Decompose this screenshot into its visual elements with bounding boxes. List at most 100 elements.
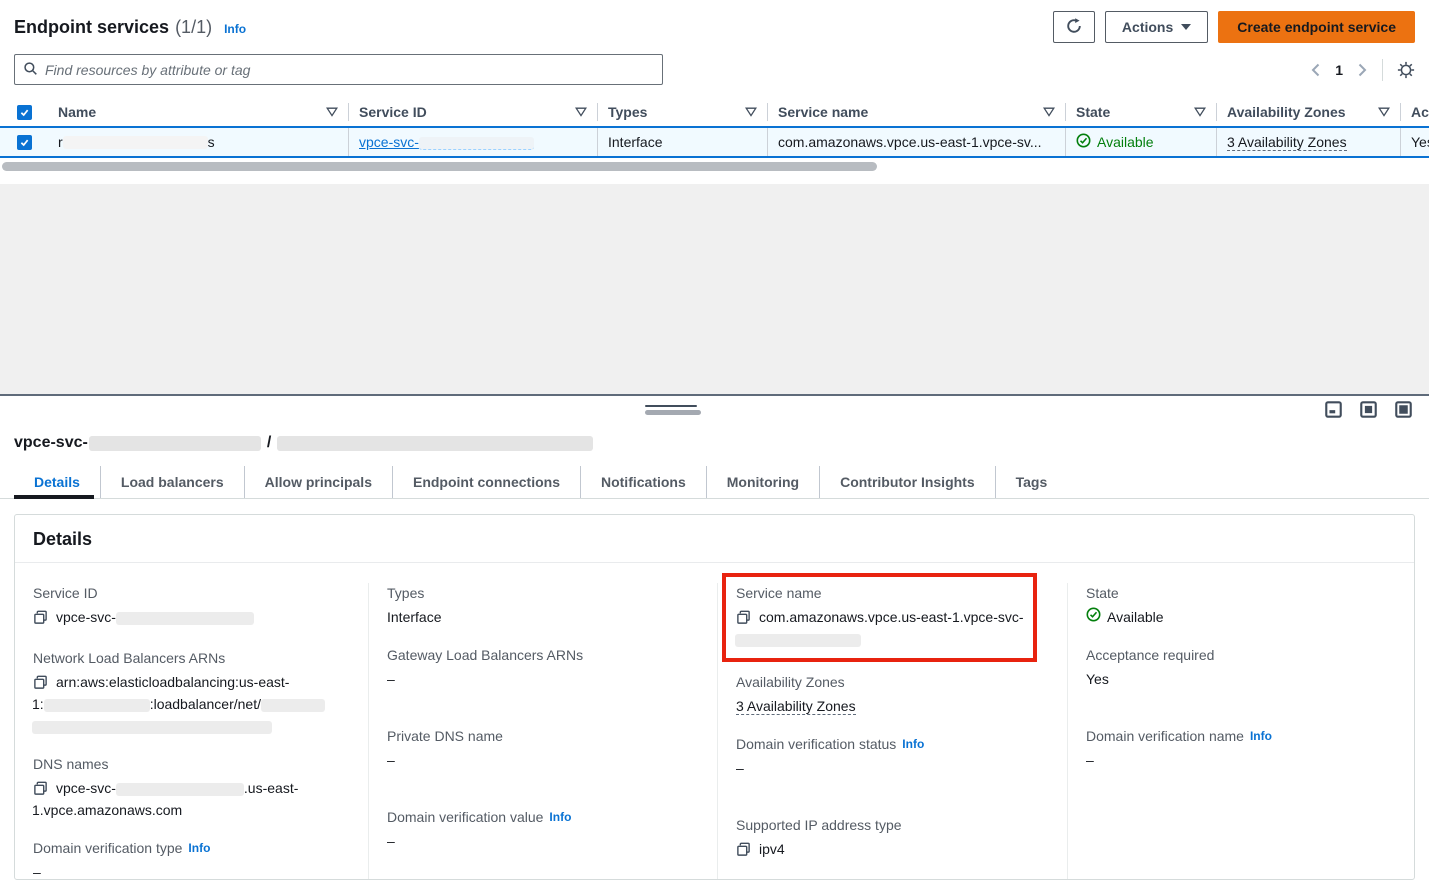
cell-availability-zones: 3 Availability Zones <box>1216 128 1400 156</box>
scrollbar-thumb[interactable] <box>2 162 877 171</box>
cell-service-name: com.amazonaws.vpce.us-east-1.vpce-sv... <box>767 128 1065 156</box>
empty-table-area <box>0 184 1429 394</box>
refresh-button[interactable] <box>1053 11 1095 43</box>
service-id-link[interactable]: vpce-svc- <box>359 134 534 150</box>
info-link[interactable]: Info <box>188 838 210 858</box>
availability-zones-link[interactable]: 3 Availability Zones <box>736 698 856 715</box>
column-header-service-id[interactable]: Service ID <box>348 103 597 121</box>
tab-notifications[interactable]: Notifications <box>580 466 706 498</box>
actions-button[interactable]: Actions <box>1105 11 1208 43</box>
field-private-dns-name: Private DNS name – <box>387 726 701 771</box>
cell-service-id: vpce-svc- <box>348 128 597 156</box>
field-glb-arns: Gateway Load Balancers ARNs – <box>387 645 701 690</box>
cell-types: Interface <box>597 128 767 156</box>
tab-tags[interactable]: Tags <box>995 466 1068 498</box>
availability-zones-link[interactable]: 3 Availability Zones <box>1227 134 1347 151</box>
field-domain-verification-value: Domain verification valueInfo – <box>387 807 701 852</box>
column-header-name[interactable]: Name <box>48 103 348 121</box>
select-all-checkbox[interactable] <box>17 105 32 120</box>
pagination: 1 <box>1310 59 1415 81</box>
copy-icon[interactable] <box>736 841 751 863</box>
tab-monitoring[interactable]: Monitoring <box>706 466 819 498</box>
details-card: Details Service ID vpce-svc- Network Loa… <box>14 514 1415 880</box>
info-link[interactable]: Info <box>1250 726 1272 746</box>
tab-allow-principals[interactable]: Allow principals <box>244 466 392 498</box>
create-endpoint-service-button[interactable]: Create endpoint service <box>1218 11 1415 43</box>
details-column-3: Service name com.amazonaws.vpce.us-east-… <box>717 583 1067 880</box>
column-header-service-name[interactable]: Service name <box>767 103 1065 121</box>
filter-caret-icon[interactable] <box>1378 104 1390 120</box>
search-icon <box>23 61 38 79</box>
column-header-acceptance-required[interactable]: Acceptance required <box>1400 103 1429 121</box>
field-service-id: Service ID vpce-svc- <box>33 583 352 631</box>
split-panel: vpce-svc- / Details Load balancers Allow… <box>0 396 1429 886</box>
details-card-heading: Details <box>15 515 1414 563</box>
cell-name: rs <box>48 128 348 156</box>
column-header-state[interactable]: State <box>1065 103 1216 121</box>
details-column-2: Types Interface Gateway Load Balancers A… <box>368 583 717 880</box>
filter-caret-icon[interactable] <box>326 104 338 120</box>
panel-tabs: Details Load balancers Allow principals … <box>0 466 1429 499</box>
search-input[interactable] <box>45 62 654 78</box>
chevron-right-icon[interactable] <box>1357 63 1368 77</box>
field-acceptance-required: Acceptance required Yes <box>1086 645 1398 690</box>
search-box[interactable] <box>14 54 663 85</box>
drag-handle[interactable] <box>645 405 701 415</box>
panel-bottom-icon[interactable] <box>1325 401 1342 418</box>
redacted-text <box>116 612 254 625</box>
chevron-left-icon[interactable] <box>1310 63 1321 77</box>
tab-contributor-insights[interactable]: Contributor Insights <box>819 466 995 498</box>
gear-icon[interactable] <box>1397 61 1415 79</box>
tab-load-balancers[interactable]: Load balancers <box>100 466 244 498</box>
horizontal-scrollbar[interactable] <box>0 162 1429 171</box>
field-nlb-arns: Network Load Balancers ARNs arn:aws:elas… <box>33 648 352 737</box>
toolbar-divider <box>1382 59 1383 81</box>
redacted-text <box>89 436 261 451</box>
check-circle-icon <box>1076 133 1091 151</box>
table-toolbar: 1 <box>0 54 1429 85</box>
actions-button-label: Actions <box>1122 19 1173 35</box>
filter-caret-icon[interactable] <box>1194 104 1206 120</box>
redacted-text <box>735 634 861 647</box>
field-service-name: Service name com.amazonaws.vpce.us-east-… <box>736 583 1025 650</box>
details-column-1: Service ID vpce-svc- Network Load Balanc… <box>15 583 368 880</box>
redacted-text <box>32 721 272 734</box>
redacted-text <box>277 436 593 451</box>
resource-counter: (1/1) <box>175 17 212 38</box>
info-link[interactable]: Info <box>224 22 246 36</box>
tab-details[interactable]: Details <box>14 466 100 498</box>
redacted-text <box>116 783 244 796</box>
column-header-types[interactable]: Types <box>597 103 767 121</box>
field-domain-verification-status: Domain verification statusInfo – <box>736 734 1051 779</box>
column-header-availability-zones[interactable]: Availability Zones <box>1216 103 1400 121</box>
tab-endpoint-connections[interactable]: Endpoint connections <box>392 466 580 498</box>
redacted-text <box>419 137 534 150</box>
cell-state: Available <box>1065 128 1216 156</box>
table-header-bar: Endpoint services (1/1) Info Actions Cre… <box>0 0 1429 43</box>
panel-title: vpce-svc- / <box>0 424 1429 452</box>
filter-caret-icon[interactable] <box>575 104 587 120</box>
redacted-text <box>44 699 150 712</box>
table-row[interactable]: rs vpce-svc- Interface com.amazonaws.vpc… <box>0 126 1429 158</box>
field-dns-names: DNS names vpce-svc-.us-east- 1.vpce.amaz… <box>33 754 352 821</box>
endpoint-services-table: Name Service ID Types Service name State… <box>0 98 1429 171</box>
redacted-text <box>63 136 208 149</box>
page-number[interactable]: 1 <box>1335 62 1343 78</box>
info-link[interactable]: Info <box>902 734 924 754</box>
info-link[interactable]: Info <box>549 807 571 827</box>
filter-caret-icon[interactable] <box>745 104 757 120</box>
field-domain-verification-name: Domain verification nameInfo – <box>1086 726 1398 771</box>
service-name-highlight-box: Service name com.amazonaws.vpce.us-east-… <box>722 573 1037 662</box>
field-availability-zones: Availability Zones 3 Availability Zones <box>736 672 1051 717</box>
status-badge: Available <box>1086 606 1398 628</box>
page-title: Endpoint services <box>14 17 169 38</box>
copy-icon[interactable] <box>33 609 48 631</box>
panel-middle-icon[interactable] <box>1360 401 1377 418</box>
row-checkbox[interactable] <box>17 135 32 150</box>
field-types: Types Interface <box>387 583 701 628</box>
redacted-text <box>261 699 325 712</box>
filter-caret-icon[interactable] <box>1043 104 1055 120</box>
panel-full-icon[interactable] <box>1395 401 1412 418</box>
caret-down-icon <box>1181 24 1191 30</box>
details-column-4: State Available Acceptance required Yes … <box>1067 583 1414 880</box>
